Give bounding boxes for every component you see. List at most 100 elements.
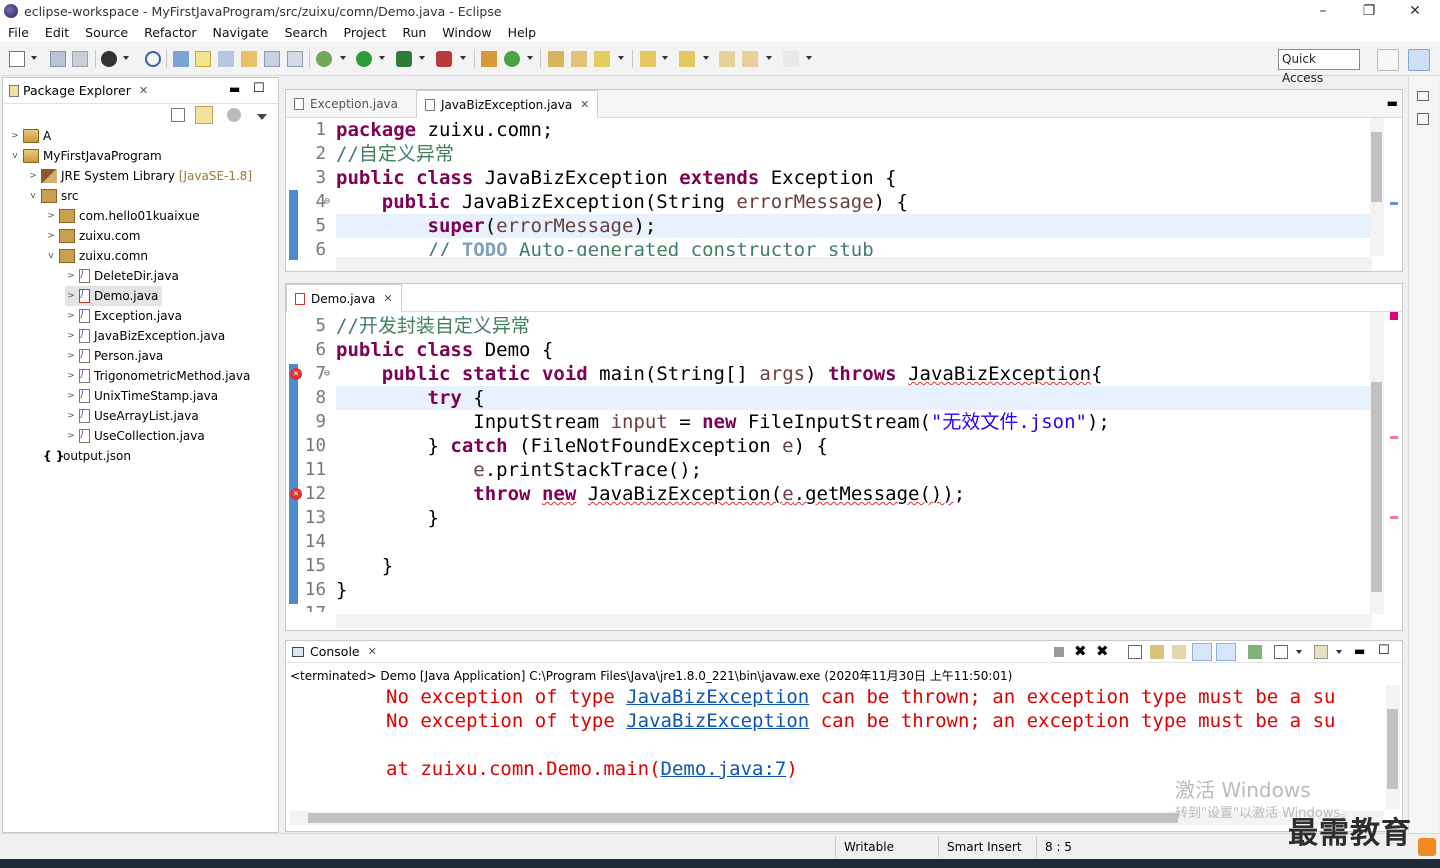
mark-occurrences-icon[interactable] <box>195 51 211 67</box>
last-edit-location-icon[interactable] <box>719 51 735 67</box>
view-menu-icon[interactable] <box>257 114 267 120</box>
tab-demo-java[interactable]: Demo.java ✕ <box>286 284 402 312</box>
terminal-dropdown-icon[interactable] <box>123 56 129 60</box>
terminate-icon[interactable] <box>1054 647 1064 657</box>
toggle-block-icon[interactable] <box>218 51 234 67</box>
save-all-icon[interactable] <box>72 51 88 67</box>
close-icon[interactable]: ✕ <box>580 98 589 111</box>
maximize-view-icon[interactable]: ☐ <box>253 81 265 96</box>
maximize-button[interactable]: ❐ <box>1346 0 1392 22</box>
tree-item-file-selected[interactable]: >Demo.java <box>65 286 163 306</box>
debug-dropdown-icon[interactable] <box>340 56 346 60</box>
open-console-dropdown-icon[interactable] <box>1336 650 1342 654</box>
new-dropdown-icon[interactable] <box>31 56 37 60</box>
ruler-error-mark[interactable] <box>1390 312 1398 320</box>
back-icon[interactable] <box>742 51 758 67</box>
close-icon[interactable]: ✕ <box>383 292 392 305</box>
remove-launch-icon[interactable]: ✖ <box>1074 642 1087 660</box>
vertical-scrollbar[interactable] <box>1370 312 1384 614</box>
display-console-dropdown-icon[interactable] <box>1296 650 1302 654</box>
ruler-mark[interactable] <box>1390 202 1398 205</box>
vertical-scrollbar[interactable] <box>1370 118 1384 256</box>
open-folder-icon[interactable] <box>548 51 564 67</box>
minimize-view-icon[interactable]: ▬ <box>1354 644 1365 658</box>
scrollbar-thumb[interactable] <box>308 813 1178 823</box>
minimize-view-icon[interactable]: ▬ <box>1387 96 1398 110</box>
code-area[interactable]: 5//开发封装自定义异常 6 public class Demo { ✕ 7 ⊖ pu… <box>286 312 1402 612</box>
pin-console-icon[interactable] <box>1248 645 1262 659</box>
scrollbar-thumb[interactable] <box>1371 132 1382 202</box>
expand-icon[interactable]: > <box>65 351 77 361</box>
tree-item-package[interactable]: > zuixu.com <box>45 226 140 246</box>
tree-item-project-myfirstjavaprogram[interactable]: v MyFirstJavaProgram <box>9 146 162 166</box>
close-icon[interactable]: ✕ <box>368 645 377 658</box>
search-icon[interactable] <box>594 51 610 67</box>
menu-window[interactable]: Window <box>434 25 499 40</box>
next-annotation-icon[interactable] <box>640 51 656 67</box>
tree-item-file[interactable]: >TrigonometricMethod.java <box>65 366 250 386</box>
show-whitespace-icon[interactable] <box>264 51 280 67</box>
new-java-package-icon[interactable] <box>481 51 497 67</box>
scroll-lock-icon[interactable] <box>1150 645 1164 659</box>
previous-annotation-dropdown-icon[interactable] <box>703 56 709 60</box>
vertical-scrollbar[interactable] <box>1386 685 1400 809</box>
external-tools-dropdown-icon[interactable] <box>460 56 466 60</box>
expand-icon[interactable]: > <box>65 371 77 381</box>
scrollbar-thumb[interactable] <box>1387 709 1398 789</box>
minimize-view-icon[interactable]: ▬ <box>229 82 240 96</box>
expand-icon[interactable]: > <box>65 331 77 341</box>
fold-icon[interactable]: ⊖ <box>324 190 330 214</box>
tree-item-json-file[interactable]: { } output.json <box>41 446 131 466</box>
maximize-view-icon[interactable]: ☐ <box>1378 643 1390 658</box>
menu-project[interactable]: Project <box>336 25 395 40</box>
expand-icon[interactable]: > <box>65 391 77 401</box>
collapse-all-icon[interactable] <box>171 108 185 122</box>
menu-help[interactable]: Help <box>500 25 545 40</box>
display-console-icon[interactable] <box>1274 645 1288 659</box>
console-link[interactable]: JavaBizException <box>626 710 809 732</box>
word-wrap-icon[interactable] <box>1172 645 1186 659</box>
word-wrap-icon[interactable] <box>241 51 257 67</box>
run-icon[interactable] <box>356 51 372 67</box>
tree-item-file[interactable]: >Person.java <box>65 346 163 366</box>
expand-icon[interactable]: > <box>65 311 77 321</box>
link-with-editor-icon[interactable] <box>195 106 213 124</box>
expand-icon[interactable]: > <box>45 231 57 241</box>
ruler-error-mark[interactable] <box>1390 436 1398 439</box>
save-icon[interactable] <box>50 51 66 67</box>
menu-run[interactable]: Run <box>394 25 434 40</box>
tree-item-file[interactable]: >UseCollection.java <box>65 426 205 446</box>
new-class-dropdown-icon[interactable] <box>527 56 533 60</box>
tree-item-file[interactable]: >UseArrayList.java <box>65 406 199 426</box>
fold-icon[interactable]: ⊖ <box>324 362 330 386</box>
open-type-icon[interactable] <box>173 51 189 67</box>
forward-icon[interactable] <box>783 51 799 67</box>
external-tools-icon[interactable] <box>436 51 452 67</box>
show-on-stderr-icon[interactable] <box>1216 643 1236 661</box>
code-area[interactable]: 1 package zuixu.comn; 2//自定义异常 3 public cl… <box>286 118 1402 256</box>
menu-file[interactable]: File <box>0 25 37 40</box>
expand-icon[interactable]: > <box>65 271 77 281</box>
expand-icon[interactable]: > <box>9 131 21 141</box>
tab-exception-java[interactable]: Exception.java <box>286 90 406 118</box>
back-dropdown-icon[interactable] <box>766 56 772 60</box>
tree-item-src[interactable]: v src <box>27 186 79 206</box>
menu-search[interactable]: Search <box>277 25 336 40</box>
terminal-icon[interactable] <box>101 51 117 67</box>
new-icon[interactable] <box>9 51 25 67</box>
close-button[interactable]: ✕ <box>1392 0 1438 22</box>
tree-item-file[interactable]: >DeleteDir.java <box>65 266 179 286</box>
skip-breakpoints-icon[interactable] <box>145 51 161 67</box>
expand-icon[interactable]: > <box>65 411 77 421</box>
open-perspective-icon[interactable] <box>1377 49 1399 71</box>
new-java-class-icon[interactable] <box>504 51 520 67</box>
minimize-button[interactable]: – <box>1300 0 1346 22</box>
console-link[interactable]: Demo.java:7 <box>661 758 787 780</box>
outline-icon[interactable] <box>1417 113 1429 125</box>
close-icon[interactable]: ✕ <box>139 84 148 97</box>
console-link[interactable]: JavaBizException <box>626 686 809 708</box>
menu-refactor[interactable]: Refactor <box>136 25 204 40</box>
quick-access-input[interactable]: Quick Access <box>1278 49 1360 85</box>
horizontal-scrollbar[interactable] <box>336 257 1372 271</box>
tree-item-jre-library[interactable]: > JRE System Library [JavaSE-1.8] <box>27 166 252 186</box>
